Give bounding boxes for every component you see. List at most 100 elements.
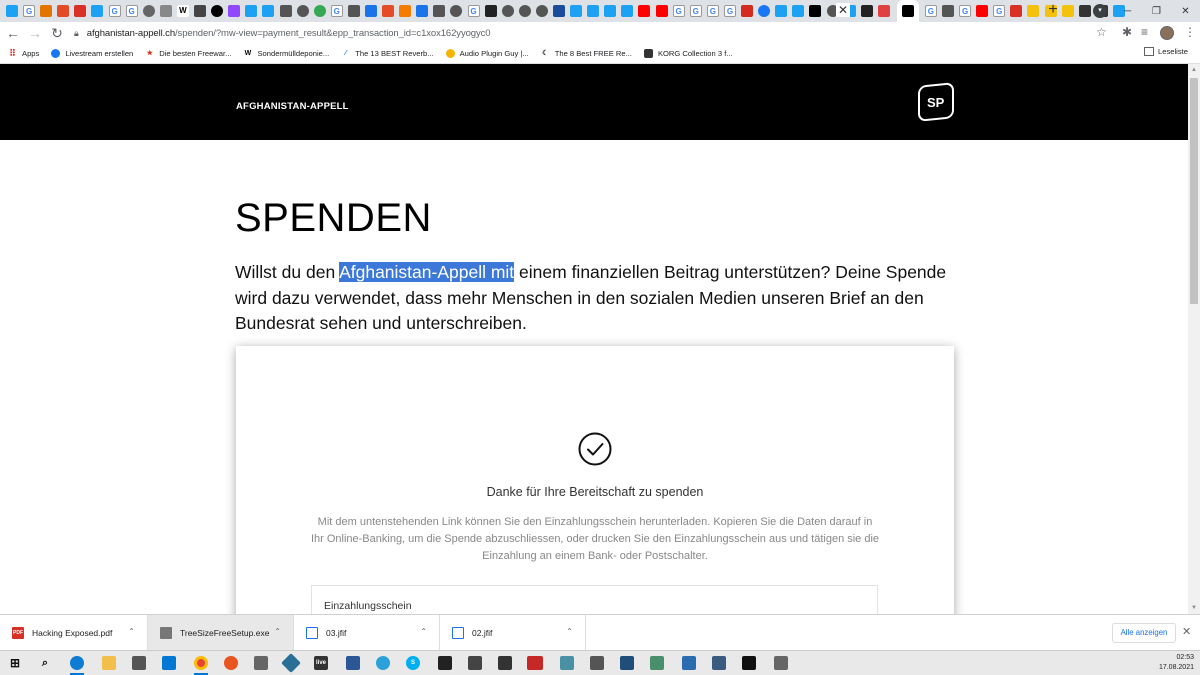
tab[interactable]: G — [923, 3, 939, 19]
system-clock[interactable]: 02:53 17.08.2021 — [1159, 653, 1194, 673]
tab[interactable]: G — [722, 3, 738, 19]
sp-logo[interactable]: SP — [918, 82, 954, 122]
tab[interactable]: G — [124, 3, 140, 19]
tab[interactable] — [859, 3, 875, 19]
minimize-icon[interactable]: ─ — [1113, 0, 1142, 22]
app-icon[interactable] — [618, 654, 636, 672]
tab[interactable] — [295, 3, 311, 19]
tab[interactable]: G — [329, 3, 345, 19]
tab[interactable] — [517, 3, 533, 19]
search-icon[interactable]: ⌕ — [36, 654, 54, 672]
tab[interactable] — [585, 3, 601, 19]
tab[interactable] — [876, 3, 892, 19]
chevron-up-icon[interactable]: ⌃ — [128, 627, 135, 636]
tab[interactable] — [807, 3, 823, 19]
app-icon[interactable] — [558, 654, 576, 672]
tab[interactable]: G — [688, 3, 704, 19]
download-item[interactable]: PDF Hacking Exposed.pdf ⌃ — [0, 615, 148, 651]
tab[interactable] — [4, 3, 20, 19]
site-brand-link[interactable]: AFGHANISTAN-APPELL — [236, 101, 349, 112]
bookmark-item[interactable]: Livestream erstellen — [51, 49, 133, 58]
tab[interactable] — [380, 3, 396, 19]
tab[interactable] — [363, 3, 379, 19]
tab[interactable] — [72, 3, 88, 19]
browser-menu-icon[interactable]: ⋮ — [1184, 25, 1196, 39]
app-icon[interactable] — [466, 654, 484, 672]
address-bar[interactable]: 🔒︎ afghanistan-appell.ch/spenden/?mw-vie… — [68, 22, 1113, 44]
tab[interactable] — [551, 3, 567, 19]
tab[interactable] — [568, 3, 584, 19]
tab[interactable] — [1008, 3, 1024, 19]
ubuntu-icon[interactable] — [222, 654, 240, 672]
tab[interactable]: G — [705, 3, 721, 19]
chrome-icon[interactable] — [192, 654, 210, 675]
app-icon[interactable] — [680, 654, 698, 672]
bookmark-item[interactable]: KORG Collection 3 f... — [643, 49, 733, 58]
back-arrow-icon[interactable]: ← — [2, 22, 24, 44]
tab[interactable] — [89, 3, 105, 19]
app-icon[interactable] — [588, 654, 606, 672]
bookmark-item[interactable]: Audio Plugin Guy |... — [445, 49, 529, 58]
bookmark-item[interactable]: W Sondermülldeponie... — [243, 49, 330, 58]
tab[interactable] — [55, 3, 71, 19]
tab[interactable] — [1025, 3, 1041, 19]
tab[interactable] — [1060, 3, 1076, 19]
tab[interactable]: G — [671, 3, 687, 19]
tab[interactable]: G — [991, 3, 1007, 19]
tab[interactable] — [1077, 3, 1093, 19]
telegram-icon[interactable] — [374, 654, 392, 672]
file-explorer-icon[interactable] — [100, 654, 118, 672]
show-all-downloads-button[interactable]: Alle anzeigen — [1112, 623, 1176, 643]
tab[interactable] — [739, 3, 755, 19]
bookmark-item[interactable]: ★ Die besten Freewar... — [145, 49, 232, 58]
extensions-puzzle-icon[interactable]: ✱ — [1122, 25, 1132, 39]
tab[interactable] — [756, 3, 772, 19]
tab[interactable] — [636, 3, 652, 19]
windows-start-icon[interactable]: ⊞ — [6, 654, 24, 672]
tab[interactable] — [346, 3, 362, 19]
app-icon[interactable] — [496, 654, 514, 672]
bookmark-item[interactable]: ☾ The 8 Best FREE Re... — [541, 49, 632, 58]
tab[interactable] — [773, 3, 789, 19]
tab[interactable] — [619, 3, 635, 19]
reload-icon[interactable]: ↻ — [46, 22, 68, 44]
close-window-icon[interactable]: ✕ — [1171, 0, 1200, 22]
scroll-thumb[interactable] — [1190, 78, 1198, 304]
tab[interactable] — [602, 3, 618, 19]
close-tab-icon[interactable]: ✕ — [836, 3, 850, 17]
tab[interactable] — [534, 3, 550, 19]
app-icon[interactable] — [436, 654, 454, 672]
tab[interactable] — [448, 3, 464, 19]
tab[interactable] — [940, 3, 956, 19]
skype-icon[interactable]: S — [404, 654, 422, 672]
store-icon[interactable] — [130, 654, 148, 672]
reading-list[interactable]: Leseliste — [1144, 47, 1188, 56]
app-icon[interactable] — [252, 654, 270, 672]
chevron-up-icon[interactable]: ⌃ — [274, 627, 281, 636]
app-icon[interactable] — [281, 653, 301, 673]
bookmark-apps[interactable]: ⠿ Apps — [8, 49, 39, 59]
tab[interactable] — [790, 3, 806, 19]
tab[interactable] — [260, 3, 276, 19]
tab[interactable] — [414, 3, 430, 19]
bookmark-item[interactable]: ⁄ The 13 BEST Reverb... — [341, 49, 433, 58]
live-icon[interactable]: live — [312, 654, 330, 672]
tab[interactable] — [192, 3, 208, 19]
tab[interactable] — [974, 3, 990, 19]
tab[interactable] — [500, 3, 516, 19]
tab[interactable] — [431, 3, 447, 19]
close-shelf-icon[interactable]: ✕ — [1182, 625, 1191, 638]
forward-arrow-icon[interactable]: → — [24, 22, 46, 44]
restore-icon[interactable]: ❐ — [1142, 0, 1171, 22]
calculator-icon[interactable] — [772, 654, 790, 672]
tab[interactable] — [158, 3, 174, 19]
tab[interactable] — [483, 3, 499, 19]
scroll-up-icon[interactable]: ▲ — [1188, 64, 1200, 76]
new-tab-button[interactable]: + — [1045, 2, 1061, 18]
tab[interactable]: G — [957, 3, 973, 19]
mail-icon[interactable] — [160, 654, 178, 672]
scroll-down-icon[interactable]: ▼ — [1188, 602, 1200, 614]
app-icon[interactable] — [710, 654, 728, 672]
app-icon[interactable] — [648, 654, 666, 672]
terminal-icon[interactable] — [740, 654, 758, 672]
